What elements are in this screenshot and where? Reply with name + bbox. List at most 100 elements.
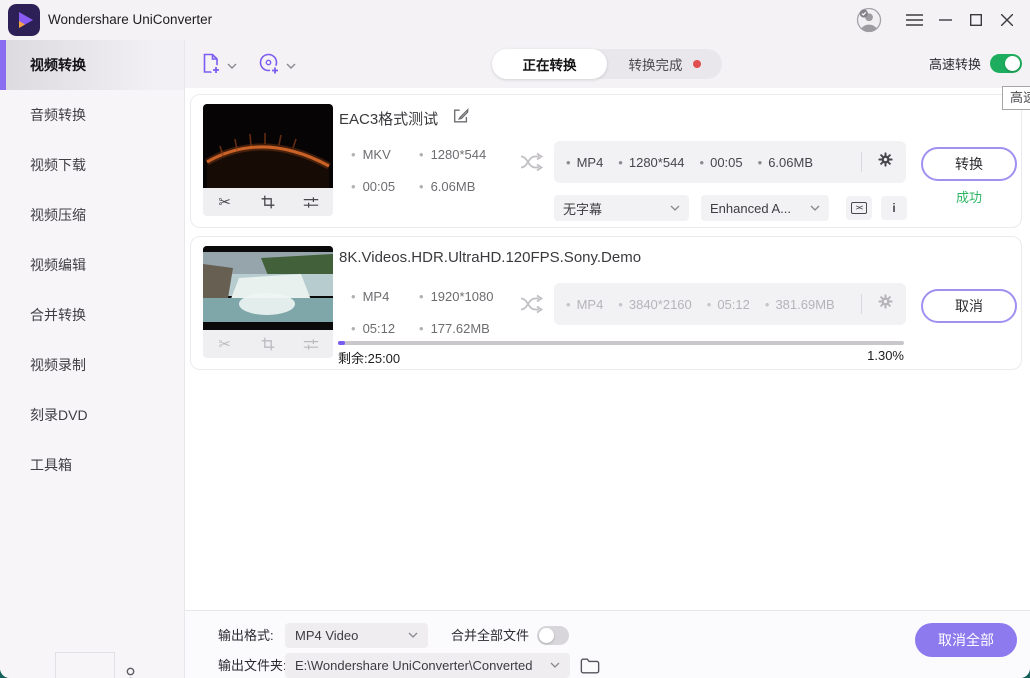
account-avatar[interactable]	[856, 8, 882, 32]
rename-icon[interactable]	[452, 107, 470, 129]
footer-bar: 输出格式: MP4 Video 合并全部文件 输出文件夹: E:\Wonders…	[185, 610, 1030, 678]
output-info-box: MP4 3840*2160 05:12 381.69MB	[554, 283, 906, 325]
tab-converted[interactable]: 转换完成	[607, 49, 722, 79]
trim-icon: ✂	[215, 334, 235, 354]
output-folder-label: 输出文件夹:	[218, 653, 287, 678]
menu-button[interactable]	[901, 8, 927, 32]
minimize-button[interactable]	[932, 8, 958, 32]
open-folder-icon[interactable]	[579, 655, 601, 677]
settings-gear-icon	[877, 293, 894, 315]
convert-tabs: 正在转换 转换完成	[492, 49, 722, 79]
divider	[861, 294, 862, 314]
output-folder-value: E:\Wondershare UniConverter\Converted	[295, 658, 533, 673]
fast-convert-toggle[interactable]	[990, 54, 1022, 73]
chevron-down-icon	[408, 632, 418, 639]
cancel-button[interactable]: 取消	[921, 289, 1017, 323]
source-duration: 05:12	[351, 321, 395, 336]
output-resolution: 3840*2160	[618, 297, 691, 312]
output-format-value: MP4 Video	[295, 628, 358, 643]
ghost-frame	[55, 652, 115, 678]
app-logo-icon	[8, 4, 40, 36]
subtitle-select[interactable]: 无字幕	[554, 195, 689, 221]
source-size: 6.06MB	[419, 179, 475, 194]
video-thumbnail[interactable]: ✂	[203, 246, 333, 358]
task-card-1: ✂ EAC3格式测试	[190, 94, 1022, 228]
fast-convert-tooltip: 高速	[1002, 86, 1030, 110]
tab-converting-label: 正在转换	[523, 54, 577, 74]
divider	[861, 152, 862, 172]
output-folder-select[interactable]: E:\Wondershare UniConverter\Converted	[285, 653, 570, 678]
chevron-down-icon	[286, 57, 296, 75]
source-resolution: 1920*1080	[419, 289, 493, 304]
toggle-knob	[539, 628, 554, 643]
progress-bar	[338, 341, 904, 345]
add-disc-icon	[257, 51, 282, 81]
output-info-box: MP4 1280*544 00:05 6.06MB	[554, 141, 906, 183]
media-info-button[interactable]: i	[881, 196, 907, 220]
trim-icon[interactable]: ✂	[215, 192, 235, 212]
titlebar: Wondershare UniConverter	[0, 0, 1030, 40]
effects-icon[interactable]	[301, 192, 321, 212]
output-resolution: 1280*544	[618, 155, 684, 170]
crop-icon	[258, 334, 278, 354]
fast-convert-control: 高速转换	[929, 54, 1022, 73]
close-button[interactable]	[994, 8, 1020, 32]
output-duration: 00:05	[700, 155, 743, 170]
video-thumbnail[interactable]: ✂	[203, 104, 333, 216]
audio-select[interactable]: Enhanced A...	[701, 195, 829, 221]
notification-dot	[693, 60, 701, 68]
info-icon: i	[892, 201, 895, 215]
output-size: 6.06MB	[758, 155, 813, 170]
app-window: Wondershare UniConverter	[0, 0, 1030, 678]
output-format-label: 输出格式:	[218, 623, 274, 648]
task-title: 8K.Videos.HDR.UltraHD.120FPS.Sony.Demo	[339, 249, 641, 266]
chevron-down-icon	[227, 57, 237, 75]
task-title-row: 8K.Videos.HDR.UltraHD.120FPS.Sony.Demo	[339, 249, 641, 266]
add-file-button[interactable]	[199, 51, 237, 81]
toolbar: 正在转换 转换完成 高速转换	[185, 40, 1030, 88]
output-size: 381.69MB	[765, 297, 835, 312]
app-title: Wondershare UniConverter	[48, 0, 212, 40]
chevron-down-icon	[810, 205, 820, 212]
progress-percent: 1.30%	[338, 348, 904, 363]
add-dvd-button[interactable]	[257, 51, 296, 81]
sidebar-item-screen-record[interactable]: 视频录制	[0, 340, 184, 390]
add-file-icon	[199, 51, 223, 81]
source-duration: 00:05	[351, 179, 395, 194]
thumb-toolbar: ✂	[203, 188, 333, 216]
maximize-button[interactable]	[963, 8, 989, 32]
trim-range-button[interactable]: ><	[846, 196, 872, 220]
source-resolution: 1280*544	[419, 147, 486, 162]
merge-all-label: 合并全部文件	[451, 623, 529, 648]
settings-gear-icon[interactable]	[877, 151, 894, 173]
fast-convert-label: 高速转换	[929, 54, 981, 73]
task-list: ✂ EAC3格式测试	[185, 88, 1030, 610]
sidebar-item-video-edit[interactable]: 视频编辑	[0, 240, 184, 290]
chevron-down-icon	[670, 205, 680, 212]
task-title-row: EAC3格式测试	[339, 107, 470, 129]
convert-button[interactable]: 转换	[921, 147, 1017, 181]
crop-icon[interactable]	[258, 192, 278, 212]
tab-converting[interactable]: 正在转换	[492, 49, 607, 79]
merge-all-toggle[interactable]	[537, 626, 569, 645]
sidebar-item-burn-dvd[interactable]: 刻录DVD	[0, 390, 184, 440]
sidebar-item-merge-convert[interactable]: 合并转换	[0, 290, 184, 340]
output-format: MP4	[566, 155, 603, 170]
convert-arrow-icon	[519, 293, 545, 320]
sidebar-item-video-download[interactable]: 视频下载	[0, 140, 184, 190]
sidebar-item-toolbox[interactable]: 工具箱	[0, 440, 184, 490]
person-icon[interactable]	[121, 666, 140, 678]
cancel-all-button[interactable]: 取消全部	[915, 623, 1017, 657]
task-card-2: ✂ 8K.Videos.HDR.UltraHD.120FPS.Sony.Demo	[190, 236, 1022, 370]
sidebar-item-video-compress[interactable]: 视频压缩	[0, 190, 184, 240]
output-format-select[interactable]: MP4 Video	[285, 623, 428, 648]
sidebar-item-audio-convert[interactable]: 音频转换	[0, 90, 184, 140]
sidebar-item-video-convert[interactable]: 视频转换	[0, 40, 184, 90]
subtitle-select-value: 无字幕	[563, 199, 602, 218]
source-size: 177.62MB	[419, 321, 490, 336]
tab-converted-label: 转换完成	[629, 54, 683, 74]
trim-range-icon: ><	[851, 202, 867, 214]
sidebar: 视频转换 音频转换 视频下载 视频压缩 视频编辑 合并转换 视频录制 刻录DVD…	[0, 40, 185, 678]
toggle-knob	[1005, 56, 1020, 71]
effects-icon	[301, 334, 321, 354]
